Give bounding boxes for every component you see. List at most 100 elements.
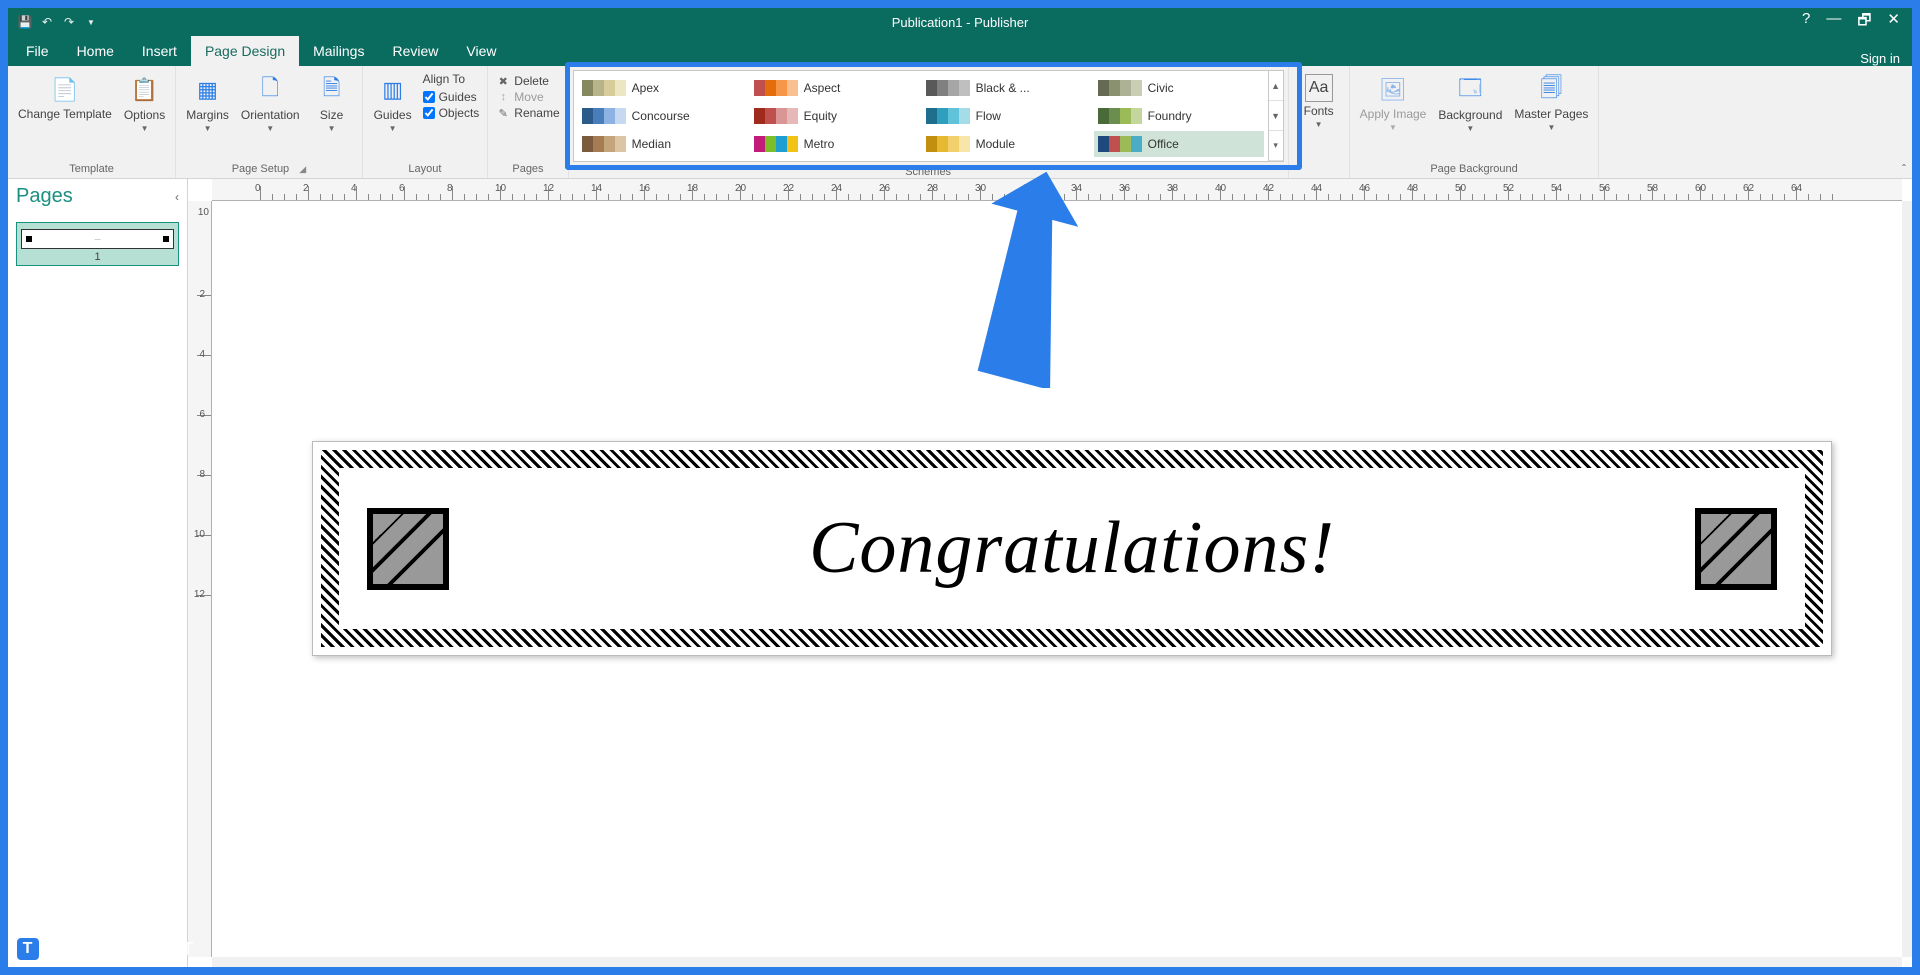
margins-label: Margins [186, 108, 229, 122]
chevron-down-icon: ▼ [328, 124, 336, 133]
scrollbar-horizontal[interactable] [212, 957, 1902, 967]
scheme-item-black[interactable]: Black & ... [922, 75, 1092, 101]
tab-view[interactable]: View [452, 36, 510, 66]
gallery-scroll-up[interactable]: ▲ [1269, 71, 1283, 101]
scheme-label: Equity [804, 109, 837, 123]
scheme-label: Flow [976, 109, 1001, 123]
master-pages-icon: 🗐 [1535, 74, 1567, 106]
schemes-gallery[interactable]: Apex Aspect Black & ... Civic Concourse Equit… [573, 70, 1269, 162]
tab-file[interactable]: File [12, 36, 63, 66]
tab-review[interactable]: Review [378, 36, 452, 66]
scheme-item-module[interactable]: Module [922, 131, 1092, 157]
gallery-scroll-down[interactable]: ▼ [1269, 101, 1283, 131]
qat-customize-icon[interactable]: ▼ [82, 13, 100, 31]
delete-page-button[interactable]: ✖Delete [496, 74, 559, 88]
size-label: Size [320, 108, 343, 122]
scheme-item-median[interactable]: Median [578, 131, 748, 157]
apply-image-label: Apply Image [1360, 108, 1427, 121]
group-page-setup: ▦ Margins ▼ 🗋 Orientation ▼ 🗎 Size ▼ Pag… [176, 66, 362, 178]
page-setup-dialog-launcher[interactable]: ◢ [299, 164, 306, 175]
scheme-item-civic[interactable]: Civic [1094, 75, 1264, 101]
save-icon[interactable]: 💾 [16, 13, 34, 31]
scheme-label: Apex [632, 81, 659, 95]
scheme-label: Module [976, 137, 1015, 151]
page-thumbnail[interactable]: ~~~ 1 [16, 222, 179, 266]
guides-checkbox[interactable] [423, 91, 435, 103]
change-template-label: Change Template [18, 108, 112, 121]
scheme-label: Black & ... [976, 81, 1030, 95]
change-template-icon: 📄 [49, 74, 81, 106]
fonts-button[interactable]: Aa Fonts ▼ [1293, 70, 1345, 133]
orientation-button[interactable]: 🗋 Orientation ▼ [235, 70, 306, 137]
close-button[interactable]: ✕ [1887, 10, 1900, 35]
group-template: 📄 Change Template 📋 Options ▼ Template [8, 66, 176, 178]
ornament-right [1695, 508, 1777, 590]
options-button[interactable]: 📋 Options ▼ [118, 70, 171, 137]
title-bar: 💾 ↶ ↷ ▼ Publication1 - Publisher ? — 🗗 ✕ [8, 8, 1912, 36]
move-icon: ↕ [496, 90, 510, 104]
scheme-item-apex[interactable]: Apex [578, 75, 748, 101]
scheme-item-equity[interactable]: Equity [750, 103, 920, 129]
sign-in-link[interactable]: Sign in [1860, 51, 1912, 66]
horizontal-ruler[interactable]: 0246810121416182022242628303234363840424… [212, 179, 1902, 201]
objects-checkbox[interactable] [423, 107, 435, 119]
help-icon[interactable]: ? [1802, 10, 1810, 35]
redo-icon[interactable]: ↷ [60, 13, 78, 31]
minimize-button[interactable]: — [1826, 10, 1841, 35]
vertical-ruler[interactable]: 2468101210 [188, 201, 212, 957]
group-label-pages: Pages [488, 160, 567, 178]
gallery-more-button[interactable]: ▾ [1269, 131, 1283, 161]
content-area: Pages ‹ ~~~ 1 02468101214161820222426283… [8, 179, 1912, 967]
rename-page-button[interactable]: ✎Rename [496, 106, 559, 120]
window-title: Publication1 - Publisher [892, 15, 1029, 30]
chevron-down-icon: ▼ [1389, 123, 1397, 132]
restore-button[interactable]: 🗗 [1857, 10, 1871, 35]
background-button[interactable]: 🗔 Background ▼ [1432, 70, 1508, 137]
scheme-item-foundry[interactable]: Foundry [1094, 103, 1264, 129]
master-pages-button[interactable]: 🗐 Master Pages ▼ [1508, 70, 1594, 136]
scheme-item-office[interactable]: Office [1094, 131, 1264, 157]
apply-image-icon: 🖼 [1377, 74, 1409, 106]
orientation-icon: 🗋 [254, 74, 286, 106]
page-thumb-number: 1 [21, 251, 174, 263]
guides-button[interactable]: ▥ Guides ▼ [367, 70, 419, 137]
watermark-brand: TEMPLATE [46, 939, 150, 959]
change-template-button[interactable]: 📄 Change Template [12, 70, 118, 125]
scrollbar-vertical[interactable] [1902, 201, 1912, 957]
chevron-down-icon: ▼ [266, 124, 274, 133]
tab-insert[interactable]: Insert [128, 36, 191, 66]
scheme-item-metro[interactable]: Metro [750, 131, 920, 157]
scheme-label: Median [632, 137, 671, 151]
pages-panel-collapse-icon[interactable]: ‹ [175, 190, 179, 204]
margins-icon: ▦ [192, 74, 224, 106]
tab-mailings[interactable]: Mailings [299, 36, 378, 66]
watermark-net: .NET [150, 939, 195, 959]
apply-image-button[interactable]: 🖼 Apply Image ▼ [1354, 70, 1433, 136]
ribbon-collapse-button[interactable]: ˆ [1902, 162, 1906, 176]
delete-label: Delete [514, 74, 549, 88]
scheme-item-flow[interactable]: Flow [922, 103, 1092, 129]
scheme-item-concourse[interactable]: Concourse [578, 103, 748, 129]
scheme-label: Office [1148, 137, 1179, 151]
gallery-scroll: ▲ ▼ ▾ [1268, 70, 1284, 162]
group-label-schemes: Schemes [569, 166, 1288, 178]
scheme-item-aspect[interactable]: Aspect [750, 75, 920, 101]
margins-button[interactable]: ▦ Margins ▼ [180, 70, 235, 137]
tab-page-design[interactable]: Page Design [191, 36, 299, 66]
group-fonts: Aa Fonts ▼ [1289, 66, 1350, 178]
size-button[interactable]: 🗎 Size ▼ [306, 70, 358, 137]
chevron-down-icon: ▼ [389, 124, 397, 133]
workspace[interactable]: Congratulations! [212, 201, 1902, 957]
move-label: Move [514, 90, 543, 104]
tab-home[interactable]: Home [63, 36, 128, 66]
align-to-label: Align To [423, 72, 480, 86]
publication-page[interactable]: Congratulations! [312, 441, 1832, 656]
scheme-label: Aspect [804, 81, 841, 95]
pages-panel: Pages ‹ ~~~ 1 [8, 179, 188, 967]
undo-icon[interactable]: ↶ [38, 13, 56, 31]
move-page-button[interactable]: ↕ Move [496, 90, 559, 104]
page-thumb-preview: ~~~ [21, 229, 174, 249]
options-icon: 📋 [129, 74, 161, 106]
guides-icon: ▥ [377, 74, 409, 106]
master-pages-label: Master Pages [1514, 108, 1588, 121]
